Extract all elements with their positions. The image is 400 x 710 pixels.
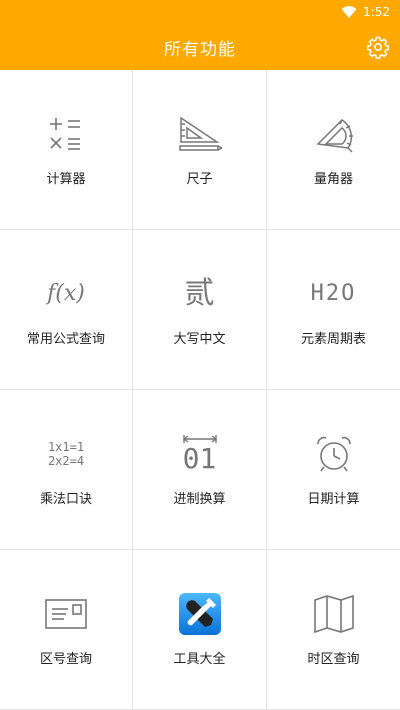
gear-icon	[366, 36, 390, 59]
tile-label: 日期计算	[307, 492, 360, 507]
page-title: 所有功能	[164, 39, 236, 60]
chinese-numeral-icon: 贰	[184, 276, 215, 311]
multiplication-icon: 1x1=1 2x2=4	[47, 440, 85, 468]
feature-grid: 计算器 尺子 量角器 f(x) 常用公式查询 贰 大写中文 H2O 元素周期表 …	[0, 70, 400, 710]
formula-icon: f(x)	[47, 281, 85, 306]
base-conversion-icon: 01	[176, 430, 224, 478]
alarm-clock-icon	[310, 430, 358, 478]
tile-label: 尺子	[186, 172, 213, 187]
wifi-icon	[341, 6, 357, 18]
tile-calculator[interactable]: 计算器	[0, 70, 133, 230]
tile-label: 元素周期表	[300, 332, 366, 347]
tile-periodic-table[interactable]: H2O 元素周期表	[267, 230, 400, 390]
tile-ruler[interactable]: 尺子	[133, 70, 267, 230]
tile-chinese-numeral[interactable]: 贰 大写中文	[133, 230, 267, 390]
postcard-icon	[42, 590, 90, 638]
tile-formula[interactable]: f(x) 常用公式查询	[0, 230, 133, 390]
periodic-table-icon: H2O	[310, 281, 357, 306]
tile-protractor[interactable]: 量角器	[267, 70, 400, 230]
ruler-icon	[176, 110, 224, 158]
tile-label: 进制换算	[173, 492, 226, 507]
status-bar: 1:52	[0, 0, 400, 24]
tile-label: 乘法口诀	[39, 492, 92, 507]
toolbox-icon	[176, 590, 224, 638]
tile-label: 计算器	[46, 172, 86, 187]
app-bar: 所有功能	[0, 24, 400, 70]
tile-label: 量角器	[313, 172, 353, 187]
status-time: 1:52	[363, 5, 390, 19]
tile-label: 工具大全	[173, 652, 226, 667]
tile-base-conversion[interactable]: 01 进制换算	[133, 390, 267, 550]
tile-label: 大写中文	[173, 332, 226, 347]
protractor-icon	[310, 110, 358, 158]
map-icon	[310, 590, 358, 638]
tile-timezone[interactable]: 时区查询	[267, 550, 400, 710]
tile-label: 时区查询	[307, 652, 360, 667]
tile-date-calc[interactable]: 日期计算	[267, 390, 400, 550]
tile-area-code[interactable]: 区号查询	[0, 550, 133, 710]
tile-toolbox[interactable]: 工具大全	[133, 550, 267, 710]
tile-label: 常用公式查询	[26, 332, 105, 347]
calculator-icon	[42, 110, 90, 158]
tile-multiplication[interactable]: 1x1=1 2x2=4 乘法口诀	[0, 390, 133, 550]
settings-button[interactable]	[364, 33, 392, 61]
tile-label: 区号查询	[39, 652, 92, 667]
